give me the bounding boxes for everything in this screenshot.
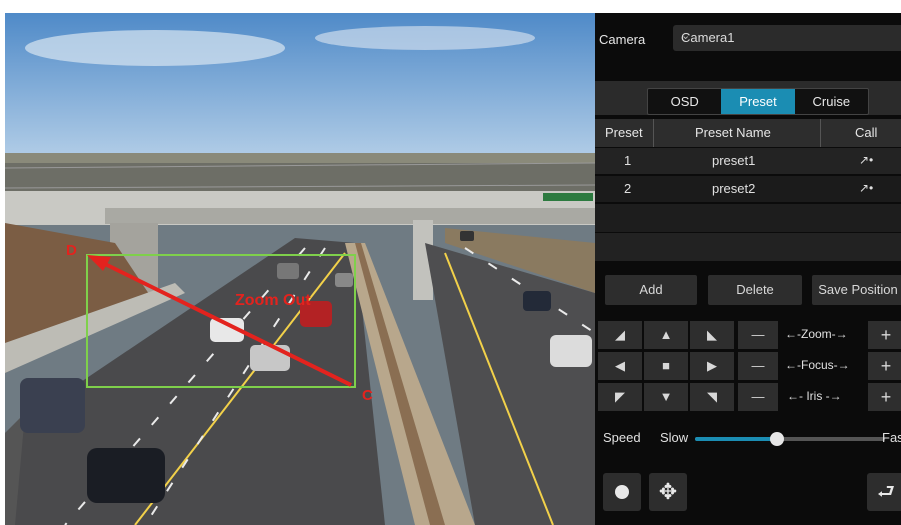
pan-up-left-button[interactable]: ◢ xyxy=(598,321,642,349)
zoom-label: ←-Zoom-→ xyxy=(785,327,848,341)
pan-down-left-button[interactable]: ◤ xyxy=(598,383,642,411)
camera-label: Camera xyxy=(599,32,646,47)
header-preset-name: Preset Name xyxy=(695,125,771,140)
zoom-out-label: Zoom Out xyxy=(235,292,311,309)
tab-cruise[interactable]: Cruise xyxy=(795,89,868,114)
ptz-control-panel: Camera Camera1 ⌄ OSD Preset Cruise Prese… xyxy=(595,13,901,525)
record-icon xyxy=(615,485,629,499)
speed-label: Speed xyxy=(603,430,641,445)
fast-label: Fast xyxy=(882,430,901,445)
point-c-label: C xyxy=(362,387,373,404)
header-preset: Preset xyxy=(605,125,643,140)
tab-osd[interactable]: OSD xyxy=(648,89,721,114)
iris-open-button[interactable]: + xyxy=(868,383,901,411)
slow-label: Slow xyxy=(660,430,689,445)
column-divider xyxy=(653,119,654,147)
record-button[interactable] xyxy=(603,473,641,511)
tab-group: OSD Preset Cruise xyxy=(647,88,869,115)
back-button[interactable]: ⮐ xyxy=(867,473,901,511)
iris-close-button[interactable]: — xyxy=(738,383,778,411)
speed-slider-handle[interactable] xyxy=(769,432,784,446)
table-row[interactable]: 2 preset2 ↗• xyxy=(595,176,901,202)
tab-preset[interactable]: Preset xyxy=(721,89,795,114)
save-position-button[interactable]: Save Position xyxy=(812,275,901,305)
chevron-down-icon: ⌄ xyxy=(681,30,691,42)
return-icon: ⮐ xyxy=(877,481,895,503)
stop-button[interactable]: ■ xyxy=(644,352,688,380)
preset-name: preset2 xyxy=(712,181,756,196)
pan-right-button[interactable]: ▶ xyxy=(690,352,734,380)
pan-down-right-button[interactable]: ◥ xyxy=(690,383,734,411)
camera-video-view[interactable]: D C Zoom Out xyxy=(5,13,595,525)
table-row-empty xyxy=(595,204,901,232)
preset-name: preset1 xyxy=(712,153,756,168)
pan-up-right-button[interactable]: ◣ xyxy=(690,321,734,349)
focus-near-button[interactable]: — xyxy=(738,352,778,380)
iris-label: ←- Iris -→ xyxy=(787,389,842,403)
header-call: Call xyxy=(855,125,878,140)
speed-slider[interactable] xyxy=(695,432,885,446)
pan-left-button[interactable]: ◀ xyxy=(598,352,642,380)
call-preset-icon[interactable]: ↗• xyxy=(859,153,873,167)
camera-select[interactable]: Camera1 ⌄ xyxy=(673,25,901,51)
move-arrows-icon: ✥ xyxy=(658,479,678,504)
column-divider xyxy=(820,119,821,147)
call-preset-icon[interactable]: ↗• xyxy=(859,181,873,195)
point-d-label: D xyxy=(66,242,77,259)
zoom-in-button[interactable]: + xyxy=(868,321,901,349)
table-row[interactable]: 1 preset1 ↗• xyxy=(595,148,901,174)
focus-label: ←-Focus-→ xyxy=(785,358,850,372)
preset-table-header: Preset Preset Name Call xyxy=(595,119,901,147)
move-button[interactable]: ✥ xyxy=(649,473,687,511)
focus-far-button[interactable]: + xyxy=(868,352,901,380)
zoom-out-button[interactable]: — xyxy=(738,321,778,349)
delete-button[interactable]: Delete xyxy=(708,275,802,305)
preset-number: 2 xyxy=(624,181,632,196)
pan-up-button[interactable]: ▲ xyxy=(644,321,688,349)
table-row-empty xyxy=(595,233,901,261)
pan-down-button[interactable]: ▼ xyxy=(644,383,688,411)
add-button[interactable]: Add xyxy=(605,275,697,305)
preset-number: 1 xyxy=(624,153,632,168)
speed-slider-fill xyxy=(695,437,777,441)
highway-scene xyxy=(5,13,595,525)
